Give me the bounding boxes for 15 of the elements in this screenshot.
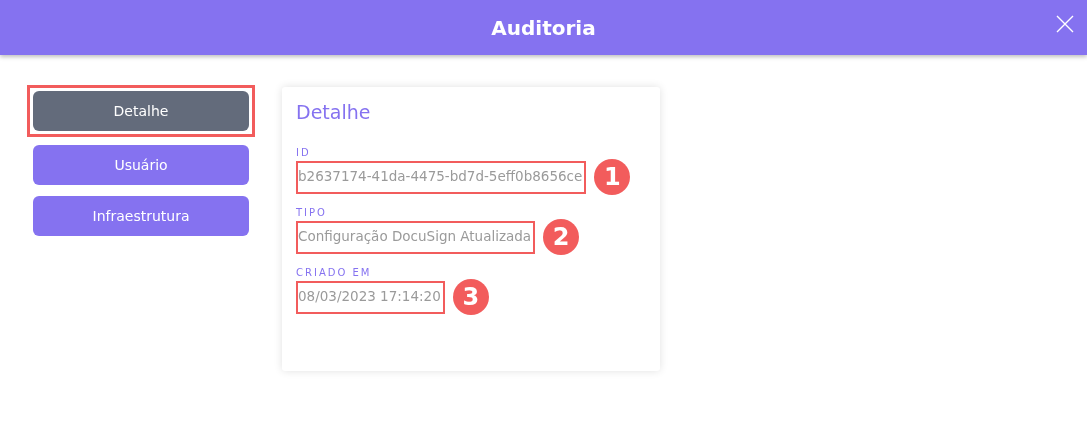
field-label: TIPO [296,207,328,218]
field-label: CRIADO EM [296,267,373,278]
window-title: Auditoria [491,15,596,40]
field-value: b2637174-41da-4475-bd7d-5eff0b8656ce [296,160,587,194]
annotation-number: 1 [594,159,631,195]
tab[interactable]: Detalhe [33,91,249,131]
annotation-number: 2 [543,219,580,255]
tab[interactable]: Infraestrutura [33,196,249,236]
close-icon[interactable] [1056,15,1074,33]
field-value: Configuração DocuSign Atualizada [296,220,536,254]
field-label: ID [296,147,312,158]
card-title: Detalhe [296,101,372,123]
tab[interactable]: Usuário [33,145,249,185]
field-value: 08/03/2023 17:14:20 [296,280,445,314]
annotation-number: 3 [452,279,489,315]
